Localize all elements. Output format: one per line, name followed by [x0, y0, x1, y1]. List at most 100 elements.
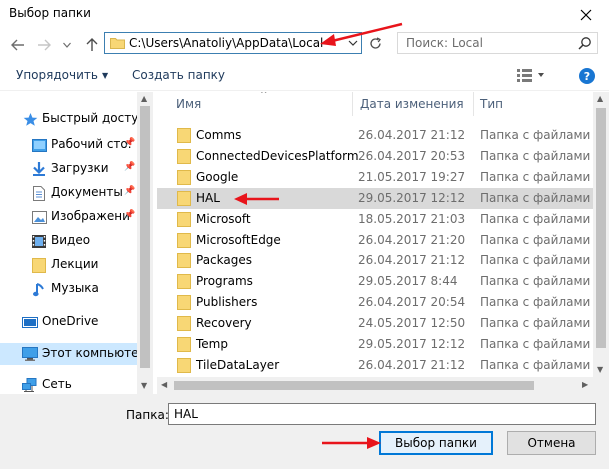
- scroll-up-icon[interactable]: ▲: [597, 94, 603, 103]
- sidebar-item-downloads[interactable]: Загрузки 📌: [0, 158, 153, 180]
- scroll-corner: [593, 377, 609, 394]
- table-row[interactable]: MicrosoftEdge 26.04.2017 21:20 Папка с фай…: [157, 230, 593, 251]
- sidebar-item-onedrive[interactable]: OneDrive: [0, 311, 153, 333]
- sidebar-item-label: Лекции: [51, 257, 99, 271]
- file-type: Папка с файлами: [480, 191, 591, 205]
- annotation-arrow-hal: [234, 193, 279, 205]
- file-type: Папка с файлами: [480, 337, 591, 351]
- file-type: Папка с файлами: [480, 170, 591, 184]
- table-row[interactable]: Packages 26.04.2017 21:12 Папка с файлами: [157, 250, 593, 271]
- file-type: Папка с файлами: [480, 233, 591, 247]
- column-header-label: Имя: [176, 97, 202, 111]
- search-input[interactable]: Поиск: Local: [397, 32, 598, 54]
- sidebar-item-video[interactable]: Видео: [0, 230, 153, 252]
- help-icon[interactable]: ?: [579, 68, 595, 84]
- recent-locations-button[interactable]: [60, 35, 74, 55]
- folder-icon: [177, 233, 191, 248]
- vertical-scroll-thumb[interactable]: [596, 108, 606, 348]
- sidebar-item-lectures[interactable]: Лекции: [0, 254, 153, 276]
- search-placeholder: Поиск: Local: [406, 36, 483, 50]
- documents-icon: [31, 185, 47, 201]
- folder-icon: [177, 128, 191, 143]
- table-row[interactable]: HAL 29.05.2017 12:12 Папка с файлами: [157, 188, 593, 209]
- sidebar-item-music[interactable]: Музыка: [0, 278, 153, 300]
- sidebar-item-documents[interactable]: Документы 📌: [0, 182, 153, 204]
- forward-button[interactable]: [34, 35, 54, 55]
- file-date: 24.05.2017 12:50: [358, 316, 466, 330]
- computer-icon: [22, 346, 38, 362]
- table-row[interactable]: Comms 26.04.2017 21:12 Папка с файлами: [157, 125, 593, 146]
- pin-icon: 📌: [124, 162, 136, 172]
- folder-label: Папка:: [126, 408, 169, 422]
- sidebar-item-label: Документы: [51, 185, 123, 199]
- file-type: Папка с файлами: [480, 212, 591, 226]
- arrow-left-icon: [11, 39, 24, 51]
- annotation-arrow-select: [322, 437, 381, 449]
- horizontal-scroll-thumb[interactable]: [174, 381, 534, 390]
- sidebar-item-network[interactable]: Сеть: [0, 374, 153, 394]
- table-row[interactable]: Publishers 26.04.2017 20:54 Папка с файлам…: [157, 292, 593, 313]
- column-divider[interactable]: [473, 92, 474, 116]
- download-icon: [31, 161, 47, 177]
- table-row[interactable]: Microsoft 18.05.2017 21:03 Папка с файлами: [157, 209, 593, 230]
- music-icon: [31, 281, 47, 297]
- column-divider[interactable]: [352, 92, 353, 116]
- sidebar-item-label: Быстрый доступ: [42, 111, 147, 125]
- file-date: 29.05.2017 12:12: [358, 191, 466, 205]
- search-icon[interactable]: [578, 36, 592, 50]
- caret-down-icon: ▼: [101, 71, 109, 80]
- cancel-button[interactable]: Отмена: [507, 431, 596, 455]
- table-row[interactable]: Programs 29.05.2017 8:44 Папка с файлами: [157, 271, 593, 292]
- table-row[interactable]: ConnectedDevicesPlatform 26.04.2017 20:53…: [157, 146, 593, 167]
- file-name: Comms: [196, 128, 242, 142]
- organize-menu[interactable]: Упорядочить ▼: [16, 68, 108, 82]
- column-header-date[interactable]: Дата изменения: [360, 92, 464, 116]
- table-row[interactable]: Google 21.05.2017 19:27 Папка с файлами: [157, 167, 593, 188]
- pin-icon: 📌: [124, 186, 136, 196]
- onedrive-icon: [22, 314, 38, 330]
- file-type: Папка с файлами: [480, 253, 591, 267]
- folder-icon: [177, 316, 191, 331]
- sidebar-item-pictures[interactable]: Изображени 📌: [0, 206, 153, 228]
- file-name: TileDataLayer: [196, 358, 280, 372]
- folder-icon: [31, 257, 47, 273]
- scroll-down-icon[interactable]: ▼: [141, 381, 147, 390]
- scroll-right-icon[interactable]: ▶: [582, 380, 588, 389]
- folder-icon: [177, 274, 191, 289]
- back-button[interactable]: [8, 35, 28, 55]
- scroll-left-icon[interactable]: ◀: [161, 380, 167, 389]
- scroll-down-icon[interactable]: ▼: [597, 365, 603, 374]
- folder-icon: [177, 358, 191, 373]
- sidebar-item-label: Изображени: [51, 209, 130, 223]
- folder-icon: [177, 337, 191, 352]
- sidebar-item-quick-access[interactable]: Быстрый доступ: [0, 108, 153, 130]
- sidebar-item-label: Сеть: [42, 377, 72, 391]
- file-type: Папка с файлами: [480, 358, 591, 372]
- sidebar-item-desktop[interactable]: Рабочий сто. 📌: [0, 134, 153, 156]
- sidebar-item-label: Рабочий сто.: [51, 137, 132, 151]
- file-date: 26.04.2017 21:12: [358, 253, 466, 267]
- column-header-type[interactable]: Тип: [480, 92, 503, 116]
- table-row[interactable]: Recovery 24.05.2017 12:50 Папка с файлами: [157, 313, 593, 334]
- folder-name-input[interactable]: HAL: [168, 403, 596, 425]
- sidebar-item-label: Загрузки: [51, 161, 109, 175]
- sidebar-scroll-thumb[interactable]: [140, 106, 150, 368]
- address-path: C:\Users\Anatoliy\AppData\Local: [129, 36, 324, 50]
- new-folder-button[interactable]: Создать папку: [132, 68, 225, 82]
- sidebar-item-this-pc[interactable]: Этот компьютер: [0, 343, 146, 365]
- select-folder-button[interactable]: Выбор папки: [379, 431, 493, 455]
- scroll-up-icon[interactable]: ▲: [141, 94, 147, 103]
- table-row[interactable]: TileDataLayer 26.04.2017 21:12 Папка с фай…: [157, 355, 593, 376]
- column-header-name[interactable]: Имя: [176, 92, 201, 116]
- file-type: Папка с файлами: [480, 149, 591, 163]
- close-button[interactable]: [563, 0, 609, 30]
- view-options-button[interactable]: [517, 68, 545, 85]
- file-name: Programs: [196, 274, 253, 288]
- sidebar-item-label: OneDrive: [42, 314, 99, 328]
- column-header-label: Дата изменения: [360, 97, 464, 111]
- file-name: Google: [196, 170, 239, 184]
- up-button[interactable]: [82, 35, 102, 55]
- table-row[interactable]: Temp 29.05.2017 12:12 Папка с файлами: [157, 334, 593, 355]
- file-date: 26.04.2017 20:53: [358, 149, 466, 163]
- organize-label: Упорядочить: [16, 68, 98, 82]
